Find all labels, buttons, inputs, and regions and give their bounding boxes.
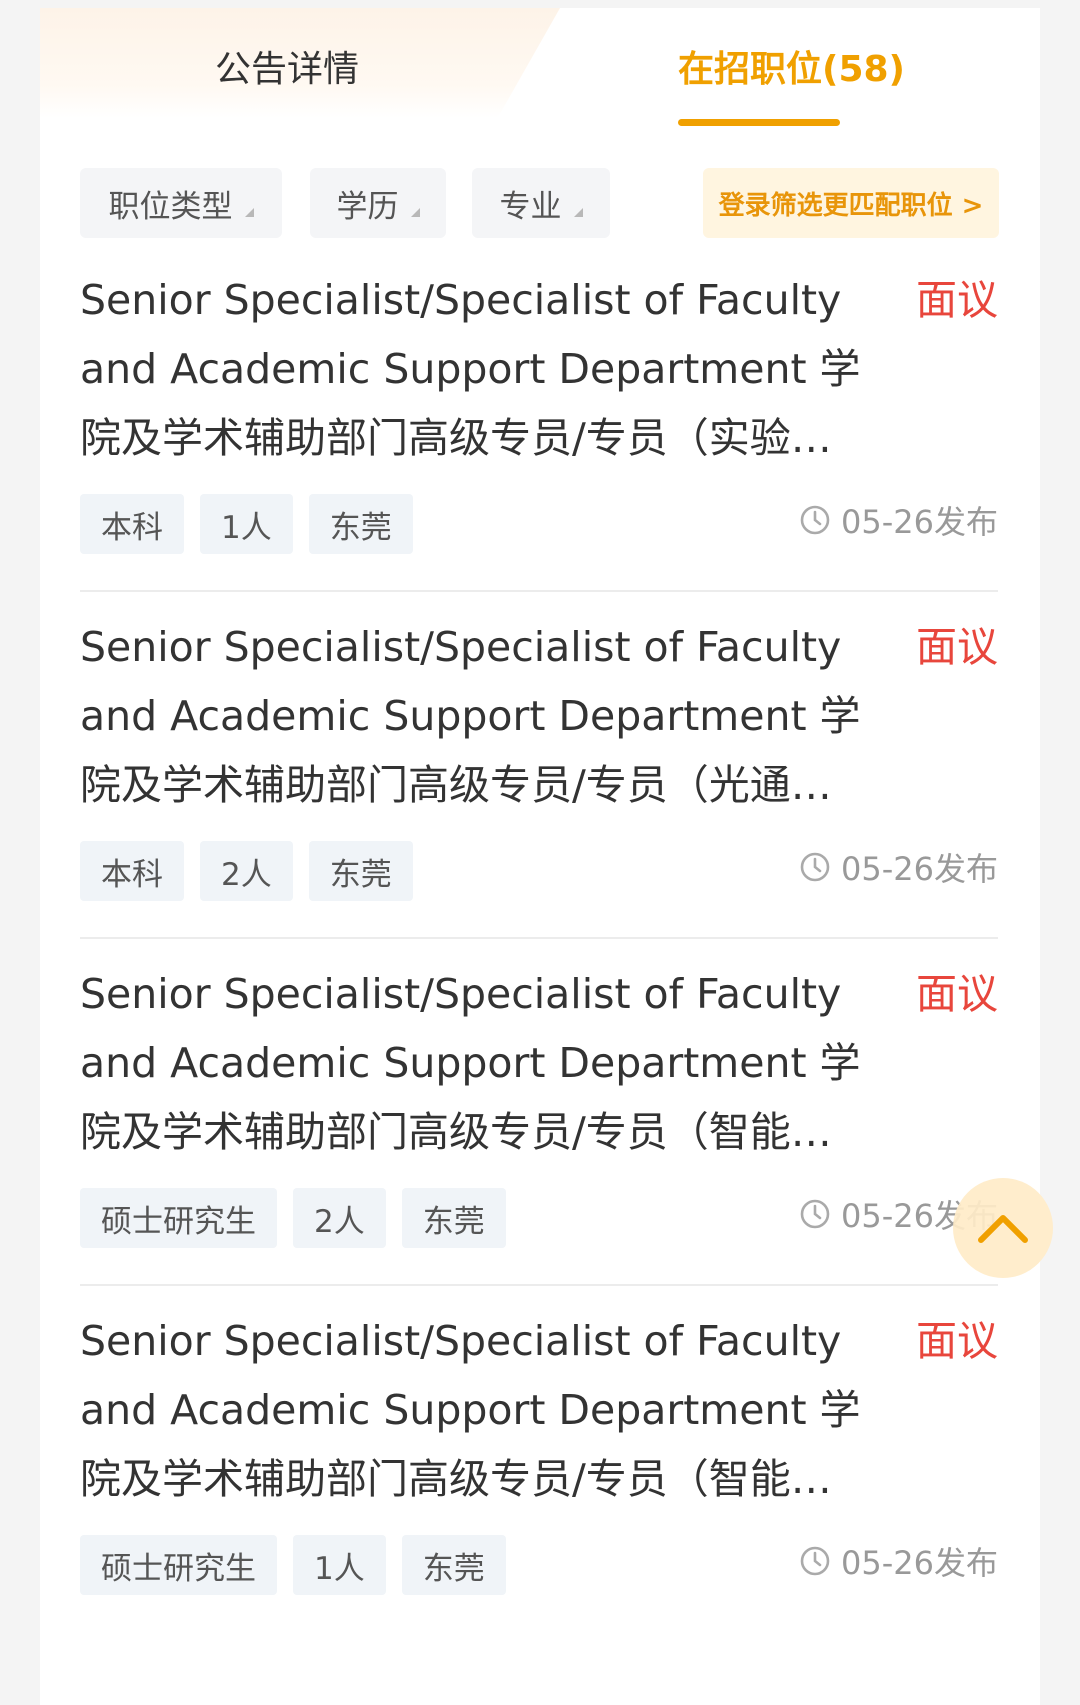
caret-down-icon: [410, 207, 420, 217]
filter-major[interactable]: 专业: [472, 168, 610, 238]
job-salary: 面议: [916, 276, 998, 324]
headcount-tag: 1人: [200, 494, 293, 554]
job-salary: 面议: [916, 1317, 998, 1365]
filter-major-label: 专业: [499, 188, 562, 225]
chevron-up-icon: [978, 1215, 1028, 1243]
headcount-tag: 1人: [293, 1535, 386, 1595]
job-date: 05-26发布: [799, 494, 998, 546]
job-tags: 本科 2人 东莞: [80, 841, 413, 901]
clock-icon: [800, 1546, 830, 1576]
back-to-top-button[interactable]: [953, 1178, 1053, 1278]
job-date-text: 05-26发布: [841, 850, 998, 888]
headcount-tag: 2人: [293, 1188, 386, 1248]
clock-icon: [800, 1199, 830, 1229]
location-tag: 东莞: [308, 841, 413, 901]
divider: [80, 590, 998, 592]
job-title[interactable]: Senior Specialist/Specialist of Faculty …: [80, 266, 880, 473]
active-tab-indicator: [678, 119, 840, 126]
job-salary: 面议: [916, 623, 998, 671]
job-title[interactable]: Senior Specialist/Specialist of Faculty …: [80, 960, 880, 1167]
filter-education[interactable]: 学历: [310, 168, 446, 238]
job-title[interactable]: Senior Specialist/Specialist of Faculty …: [80, 613, 880, 820]
education-tag: 本科: [80, 841, 184, 901]
job-date: 05-26发布: [799, 1535, 998, 1587]
job-tags: 本科 1人 东莞: [80, 494, 413, 554]
clock-icon: [800, 852, 830, 882]
tab-announcement-detail[interactable]: 公告详情: [215, 44, 359, 96]
filter-education-label: 学历: [336, 188, 399, 225]
tab-open-positions[interactable]: 在招职位(58): [678, 44, 905, 96]
job-salary: 面议: [916, 970, 998, 1018]
job-title[interactable]: Senior Specialist/Specialist of Faculty …: [80, 1307, 880, 1514]
divider: [80, 1284, 998, 1286]
education-tag: 硕士研究生: [80, 1535, 277, 1595]
tab-bar: 公告详情 在招职位(58): [40, 8, 1040, 148]
job-date-text: 05-26发布: [841, 503, 998, 541]
clock-icon: [800, 505, 830, 535]
headcount-tag: 2人: [200, 841, 293, 901]
location-tag: 东莞: [401, 1188, 506, 1248]
login-match-button[interactable]: 登录筛选更匹配职位 >: [703, 168, 999, 238]
job-tags: 硕士研究生 1人 东莞: [80, 1535, 506, 1595]
education-tag: 本科: [80, 494, 184, 554]
location-tag: 东莞: [308, 494, 413, 554]
job-date-text: 05-26发布: [841, 1544, 998, 1582]
job-date: 05-26发布: [799, 841, 998, 893]
caret-down-icon: [244, 207, 254, 217]
location-tag: 东莞: [401, 1535, 506, 1595]
job-board-card: 公告详情 在招职位(58) 职位类型 学历 专业 登录筛选更匹配职位 > Sen…: [40, 8, 1040, 1705]
education-tag: 硕士研究生: [80, 1188, 277, 1248]
filter-position-type[interactable]: 职位类型: [80, 168, 282, 238]
divider: [80, 937, 998, 939]
job-tags: 硕士研究生 2人 东莞: [80, 1188, 506, 1248]
filter-position-type-label: 职位类型: [108, 188, 233, 225]
caret-down-icon: [573, 207, 583, 217]
